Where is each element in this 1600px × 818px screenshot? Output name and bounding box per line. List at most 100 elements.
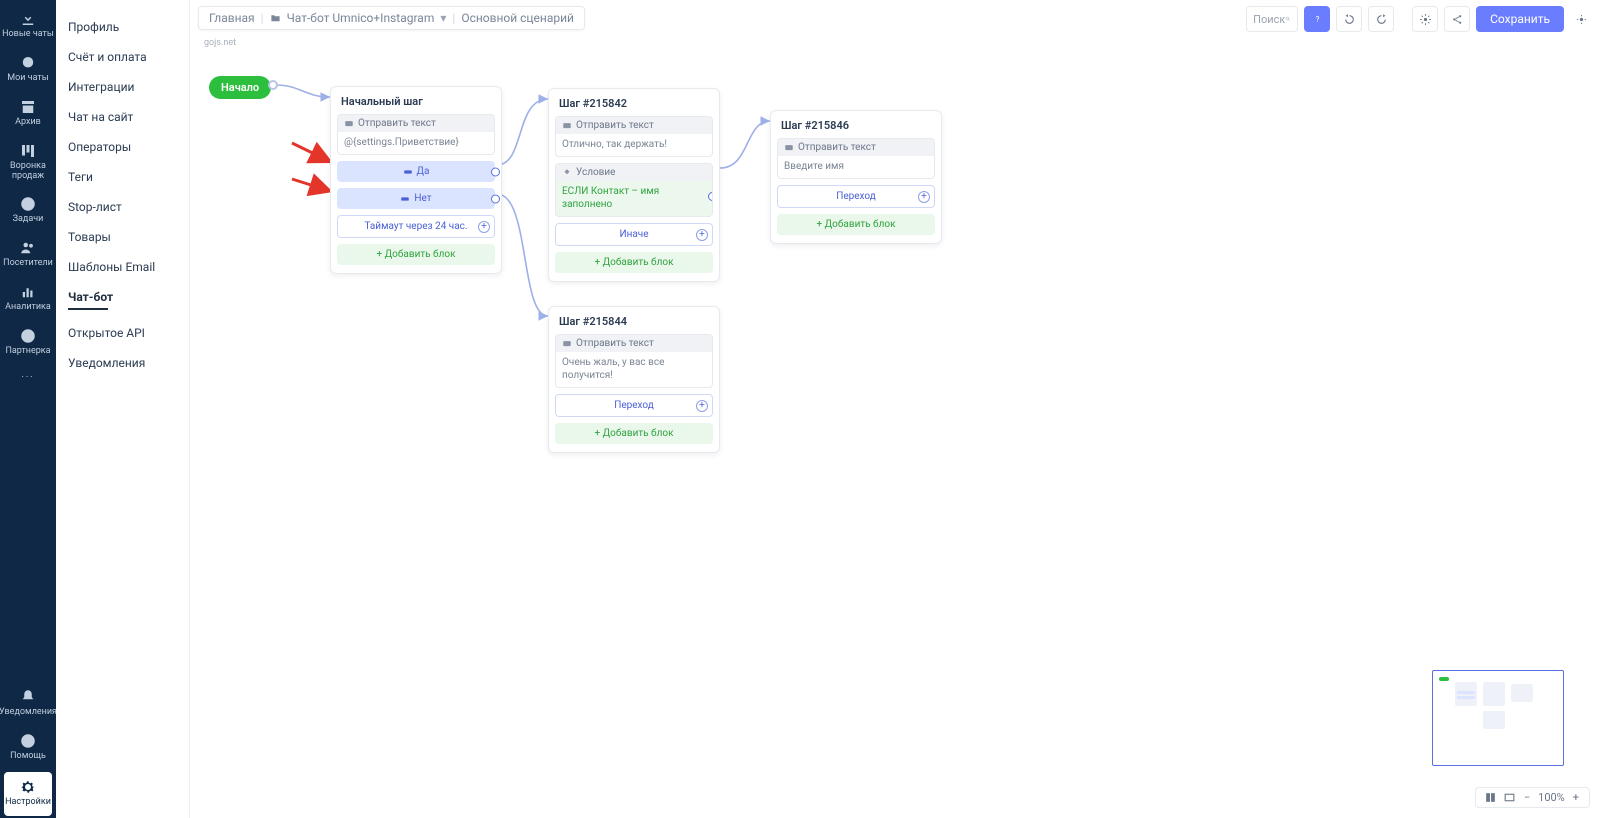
dollar-circle-icon [19,327,37,345]
search-icon [1285,13,1291,25]
node-step-215846[interactable]: Шаг #215846 Отправить текст Введите имя … [770,110,942,244]
node-title: Шаг #215844 [555,313,713,334]
subnav-profile[interactable]: Профиль [68,12,189,42]
node-title: Шаг #215842 [555,95,713,116]
redo-button[interactable] [1368,6,1394,32]
undo-button[interactable] [1336,6,1362,32]
option-yes[interactable]: Да [337,161,495,182]
subnav-chatbot[interactable]: Чат-бот [68,282,189,318]
block-send-text[interactable]: Отправить текст Отлично, так держать! [555,116,713,157]
timeout-chip[interactable]: Таймаут через 24 час.+ [337,215,495,238]
folder-icon [270,13,281,24]
message-icon [784,143,794,153]
rail-my-chats[interactable]: Мои чаты [0,48,56,92]
message-icon [562,339,572,349]
add-block-button[interactable]: + Добавить блок [555,423,713,444]
node-title: Шаг #215846 [777,117,935,138]
svg-text:?: ? [1315,14,1319,24]
condition-icon [562,168,572,178]
bar-chart-icon [19,283,37,301]
subnav-goods[interactable]: Товары [68,222,189,252]
rail-analytics[interactable]: Аналитика [0,277,56,321]
transition-chip[interactable]: Переход+ [777,185,935,208]
settings-subnav: Профиль Счёт и оплата Интеграции Чат на … [56,0,190,818]
add-block-button[interactable]: + Добавить блок [337,244,495,265]
archive-icon [19,98,37,116]
crumb-scenario[interactable]: Основной сценарий [461,11,574,25]
question-circle-icon [19,732,37,750]
rail-affiliate[interactable]: Партнерка [0,321,56,365]
zoom-in[interactable]: + [1571,791,1581,804]
layout-icon[interactable] [1484,791,1497,804]
extra-settings-button[interactable] [1570,6,1592,32]
gear-icon [1419,13,1432,26]
button-icon [400,194,410,204]
zoom-out[interactable]: − [1522,791,1532,804]
share-button[interactable] [1444,6,1470,32]
watermark: gojs.net [204,38,236,48]
fit-icon[interactable] [1503,791,1516,804]
rail-help[interactable]: Помощь [0,726,56,770]
zoom-value: 100% [1538,791,1565,804]
node-step-215844[interactable]: Шаг #215844 Отправить текст Очень жаль, … [548,306,720,453]
minimap[interactable] [1432,670,1564,766]
block-condition[interactable]: Условие ЕСЛИ Контакт – имя заполнено [555,163,713,217]
block-send-text[interactable]: Отправить текст Введите имя [777,138,935,179]
redo-icon [1375,13,1388,26]
rail-notifications[interactable]: Уведомления [0,682,56,726]
option-no[interactable]: Нет [337,188,495,209]
rail-more[interactable]: ··· [21,365,34,391]
subnav-api[interactable]: Открытое API [68,318,189,348]
button-icon [403,167,413,177]
add-block-button[interactable]: + Добавить блок [777,214,935,235]
node-step-215842[interactable]: Шаг #215842 Отправить текст Отлично, так… [548,88,720,282]
rail-archive[interactable]: Архив [0,92,56,136]
save-button[interactable]: Сохранить [1476,6,1564,32]
gear-small-icon [1575,13,1588,26]
subnav-operators[interactable]: Операторы [68,132,189,162]
rail-visitors[interactable]: Посетители [0,233,56,277]
message-icon [344,119,354,129]
breadcrumb: Главная | Чат-бот Umnico+Instagram▾ | Ос… [198,6,585,30]
message-icon [562,121,572,131]
question-icon: ? [1311,13,1324,26]
subnav-widget[interactable]: Чат на сайт [68,102,189,132]
subnav-integrations[interactable]: Интеграции [68,72,189,102]
crumb-folder[interactable]: Чат-бот Umnico+Instagram [287,11,435,25]
people-icon [19,239,37,257]
icon-rail: Новые чаты Мои чаты Архив Воронка продаж… [0,0,56,818]
chat-bubble-icon [19,54,37,72]
help-button[interactable]: ? [1304,6,1330,32]
gear-icon [19,778,37,796]
rail-tasks[interactable]: Задачи [0,189,56,233]
download-icon [19,10,37,28]
block-send-text[interactable]: Отправить текст @{settings.Приветствие} [337,114,495,155]
toolbar: Поиск ? Сохранить [1246,6,1592,32]
subnav-billing[interactable]: Счёт и оплата [68,42,189,72]
settings-button[interactable] [1412,6,1438,32]
undo-icon [1343,13,1356,26]
start-node[interactable]: Начало [209,76,271,99]
transition-chip[interactable]: Переход+ [555,394,713,417]
start-port[interactable] [268,80,278,90]
share-icon [1451,13,1464,26]
subnav-tags[interactable]: Теги [68,162,189,192]
add-block-button[interactable]: + Добавить блок [555,252,713,273]
subnav-email-templates[interactable]: Шаблоны Email [68,252,189,282]
search-input[interactable]: Поиск [1246,6,1298,32]
crumb-root[interactable]: Главная [209,11,255,25]
node-title: Начальный шаг [337,93,495,114]
node-initial-step[interactable]: Начальный шаг Отправить текст @{settings… [330,86,502,274]
rail-settings[interactable]: Настройки [4,772,52,816]
block-send-text[interactable]: Отправить текст Очень жаль, у вас все по… [555,334,713,388]
else-chip[interactable]: Иначе+ [555,223,713,246]
check-circle-icon [19,195,37,213]
rail-new-chats[interactable]: Новые чаты [0,4,56,48]
canvas[interactable]: Главная | Чат-бот Umnico+Instagram▾ | Ос… [190,0,1600,818]
kanban-icon [19,142,37,160]
subnav-notifications[interactable]: Уведомления [68,348,189,378]
rail-funnel[interactable]: Воронка продаж [0,136,56,190]
zoom-bar: − 100% + [1475,787,1590,808]
subnav-stoplist[interactable]: Stop-лист [68,192,189,222]
bell-icon [19,688,37,706]
